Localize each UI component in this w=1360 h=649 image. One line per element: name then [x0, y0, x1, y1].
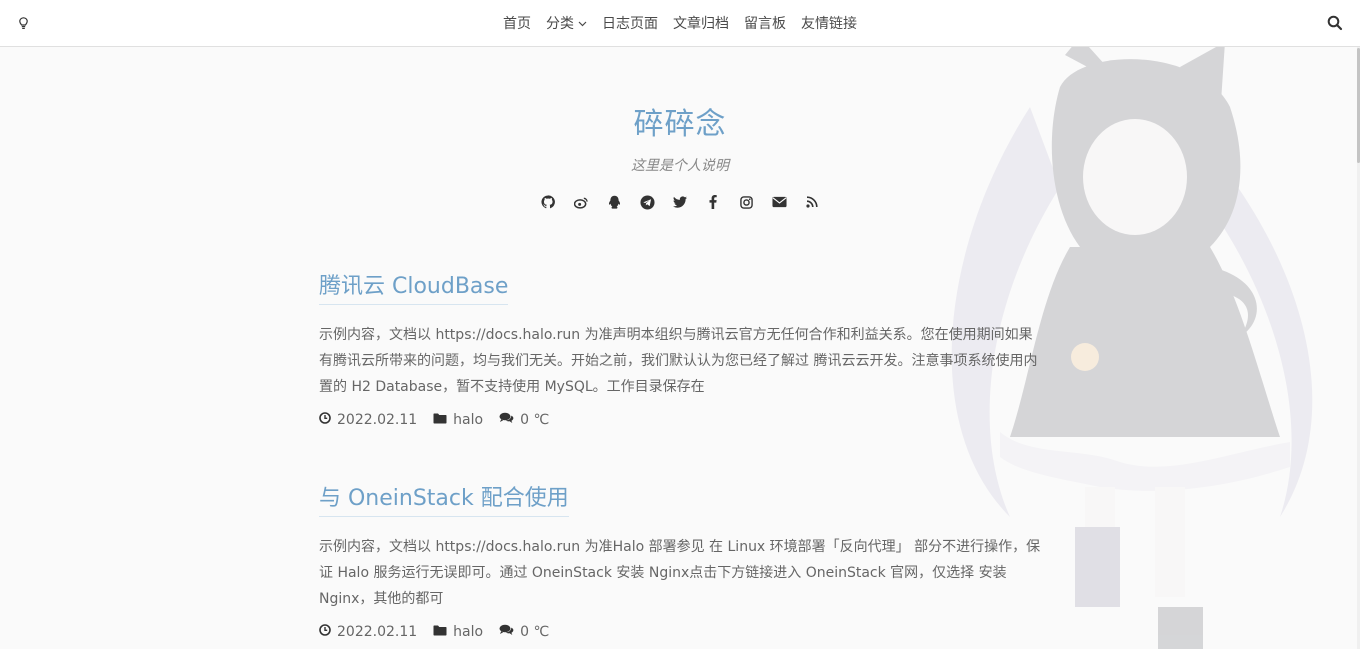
post-category[interactable]: halo [433, 624, 483, 640]
post-date: 2022.02.11 [319, 624, 417, 640]
github-icon[interactable] [540, 194, 556, 210]
comments-icon [499, 412, 514, 428]
post-excerpt: 示例内容，文档以 https://docs.halo.run 为准Halo 部署… [319, 539, 1041, 607]
chevron-down-icon [578, 19, 587, 28]
post-title-link[interactable]: 腾讯云 CloudBase [319, 268, 509, 305]
folder-icon [433, 412, 447, 428]
comments-icon [499, 624, 514, 640]
nav-item-guestbook[interactable]: 留言板 [744, 13, 786, 33]
rss-icon[interactable] [804, 194, 820, 210]
site-title[interactable]: 碎碎念 [0, 99, 1360, 143]
nav-item-label: 文章归档 [673, 16, 729, 32]
nav-item-label: 首页 [503, 16, 531, 32]
instagram-icon[interactable] [738, 194, 754, 210]
post-comments-value: 0 ℃ [520, 412, 550, 428]
post-comments: 0 ℃ [499, 624, 549, 640]
post-date-value: 2022.02.11 [337, 412, 418, 428]
social-links [0, 194, 1360, 210]
post-date-value: 2022.02.11 [337, 624, 418, 640]
nav-item-links[interactable]: 友情链接 [801, 13, 857, 33]
search-icon[interactable] [1327, 15, 1343, 31]
post-date: 2022.02.11 [319, 412, 417, 428]
top-navigation-bar: 首页 分类 日志页面 文章归档 留言板 友情链接 [0, 0, 1360, 47]
nav-item-label: 留言板 [744, 16, 786, 32]
clock-icon [319, 624, 331, 640]
post-category-label: halo [453, 624, 484, 640]
qq-icon[interactable] [606, 194, 622, 210]
post-category-label: halo [453, 412, 484, 428]
post-comments: 0 ℃ [499, 412, 549, 428]
nav-item-label: 友情链接 [801, 16, 857, 32]
twitter-icon[interactable] [672, 194, 688, 210]
clock-icon [319, 412, 331, 428]
post-category[interactable]: halo [433, 412, 483, 428]
folder-icon [433, 624, 447, 640]
nav-item-label: 分类 [546, 16, 574, 32]
post-meta: 2022.02.11 halo 0 ℃ [319, 412, 1044, 428]
site-description: 这里是个人说明 [631, 158, 729, 174]
email-icon[interactable] [771, 194, 787, 210]
nav-item-journals[interactable]: 日志页面 [602, 13, 658, 33]
telegram-icon[interactable] [639, 194, 655, 210]
weibo-icon[interactable] [573, 194, 589, 210]
main-nav: 首页 分类 日志页面 文章归档 留言板 友情链接 [0, 0, 1360, 46]
post-meta: 2022.02.11 halo 0 ℃ [319, 624, 1044, 640]
nav-item-categories[interactable]: 分类 [546, 13, 587, 33]
post-comments-value: 0 ℃ [520, 624, 550, 640]
post-title-link[interactable]: 与 OneinStack 配合使用 [319, 480, 569, 517]
nav-item-archives[interactable]: 文章归档 [673, 13, 729, 33]
facebook-icon[interactable] [705, 194, 721, 210]
nav-item-home[interactable]: 首页 [503, 13, 531, 33]
post-card: 与 OneinStack 配合使用 示例内容，文档以 https://docs.… [319, 480, 1044, 640]
post-excerpt: 示例内容，文档以 https://docs.halo.run 为准声明本组织与腾… [319, 327, 1038, 395]
post-card: 腾讯云 CloudBase 示例内容，文档以 https://docs.halo… [319, 268, 1044, 428]
nav-item-label: 日志页面 [602, 16, 658, 32]
